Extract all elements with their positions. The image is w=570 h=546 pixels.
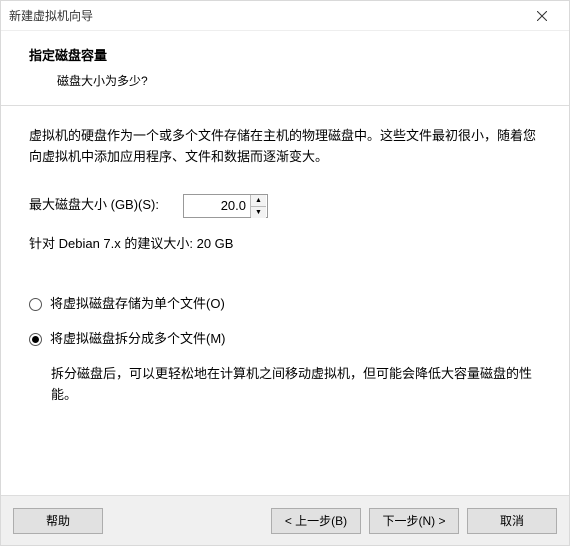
recommend-text: 针对 Debian 7.x 的建议大小: 20 GB [29, 234, 541, 255]
page-title: 指定磁盘容量 [29, 45, 541, 64]
window-controls [523, 2, 561, 30]
wizard-window: 新建虚拟机向导 指定磁盘容量 磁盘大小为多少? 虚拟机的硬盘作为一个或多个文件存… [0, 0, 570, 546]
close-icon [537, 11, 547, 21]
wizard-content: 虚拟机的硬盘作为一个或多个文件存储在主机的物理磁盘中。这些文件最初很小，随着您向… [1, 106, 569, 495]
wizard-footer: 帮助 < 上一步(B) 下一步(N) > 取消 [1, 495, 569, 545]
titlebar: 新建虚拟机向导 [1, 1, 569, 31]
disk-size-row: 最大磁盘大小 (GB)(S): ▲ ▼ [29, 194, 541, 218]
disk-size-spinner[interactable]: ▲ ▼ [183, 194, 268, 218]
next-button[interactable]: 下一步(N) > [369, 508, 459, 534]
option-single-file[interactable]: 将虚拟磁盘存储为单个文件(O) [29, 294, 541, 315]
cancel-button[interactable]: 取消 [467, 508, 557, 534]
spinner-up-button[interactable]: ▲ [251, 195, 266, 207]
option-split-files[interactable]: 将虚拟磁盘拆分成多个文件(M) [29, 329, 541, 350]
spinner-down-button[interactable]: ▼ [251, 207, 266, 218]
option-single-label: 将虚拟磁盘存储为单个文件(O) [50, 294, 225, 315]
help-button[interactable]: 帮助 [13, 508, 103, 534]
back-button[interactable]: < 上一步(B) [271, 508, 361, 534]
disk-size-input[interactable] [184, 195, 250, 217]
wizard-header: 指定磁盘容量 磁盘大小为多少? [1, 31, 569, 106]
spinner-buttons: ▲ ▼ [250, 195, 266, 217]
max-disk-label: 最大磁盘大小 (GB)(S): [29, 195, 159, 216]
radio-icon [29, 298, 42, 311]
split-description: 拆分磁盘后，可以更轻松地在计算机之间移动虚拟机，但可能会降低大容量磁盘的性能。 [29, 364, 541, 406]
description-text: 虚拟机的硬盘作为一个或多个文件存储在主机的物理磁盘中。这些文件最初很小，随着您向… [29, 126, 541, 168]
radio-icon [29, 333, 42, 346]
page-subtitle: 磁盘大小为多少? [29, 72, 541, 89]
window-title: 新建虚拟机向导 [9, 7, 93, 24]
close-button[interactable] [523, 2, 561, 30]
option-split-label: 将虚拟磁盘拆分成多个文件(M) [50, 329, 226, 350]
